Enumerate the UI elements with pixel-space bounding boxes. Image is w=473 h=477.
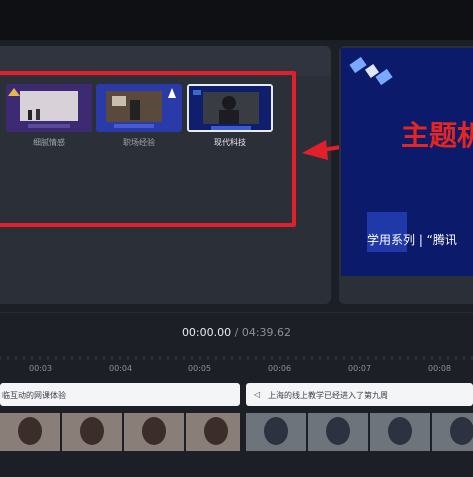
preview-canvas: 主题机 学用系列 | “腾讯	[341, 48, 473, 276]
subtitle-clip[interactable]: 临互动的网课体验	[0, 383, 240, 406]
current-time: 00:00.00	[181, 326, 232, 339]
satellite-icon	[349, 56, 393, 86]
video-clip-2[interactable]	[246, 413, 473, 451]
highlight-box	[0, 71, 296, 227]
tick-label: 00:04	[109, 364, 133, 373]
video-thumbnails	[0, 413, 240, 451]
tick-label: 00:03	[29, 364, 53, 373]
subtitle-clip-text: 临互动的网课体验	[2, 391, 66, 400]
video-thumbnails	[246, 413, 473, 451]
preview-subtitle: 学用系列 | “腾讯	[367, 233, 457, 247]
video-clip-1[interactable]	[0, 413, 240, 451]
divider	[0, 312, 473, 313]
tick-label: 00:06	[268, 364, 292, 373]
audio-wave-icon: ◁	[254, 390, 261, 399]
tick-label: 00:07	[348, 364, 372, 373]
timeline-ruler[interactable]	[0, 352, 473, 378]
subtitle-clip-text: 上海的线上教学已经进入了第九周	[268, 391, 388, 400]
total-time: 04:39.62	[241, 326, 292, 339]
tick-label: 00:08	[428, 364, 452, 373]
time-separator: /	[231, 326, 242, 339]
time-display: 00:00.00 / 04:39.62	[0, 326, 473, 339]
subtitle-clip[interactable]: ◁ 上海的线上教学已经进入了第九周	[246, 383, 473, 406]
top-bar	[0, 0, 473, 40]
tick-label: 00:05	[188, 364, 212, 373]
preview-title: 主题机	[401, 119, 473, 152]
